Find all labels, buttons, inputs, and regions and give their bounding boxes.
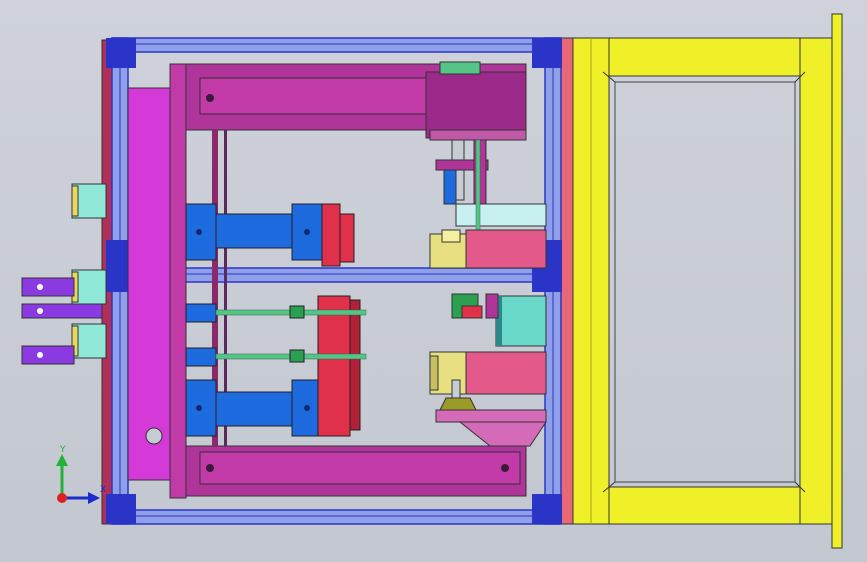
bottom-beam bbox=[185, 445, 527, 497]
axis-triad: Y X bbox=[56, 445, 106, 504]
axis-x-label: X bbox=[100, 485, 106, 495]
lower-pink-block bbox=[429, 351, 547, 405]
upper-pink-block bbox=[429, 229, 547, 269]
red-slide-plate bbox=[317, 295, 361, 437]
lower-blue-cylinder bbox=[185, 379, 341, 437]
teal-motor bbox=[451, 293, 547, 347]
assembly-drawing[interactable]: Y X bbox=[0, 0, 867, 562]
side-cylinders bbox=[21, 183, 107, 365]
yellow-stand bbox=[572, 13, 843, 549]
axis-y-label: Y bbox=[59, 445, 66, 455]
cad-viewport[interactable]: Y X bbox=[0, 0, 867, 562]
magenta-base-plate bbox=[127, 63, 187, 499]
upper-blue-cylinder bbox=[185, 203, 355, 267]
pink-wedge bbox=[435, 397, 547, 447]
